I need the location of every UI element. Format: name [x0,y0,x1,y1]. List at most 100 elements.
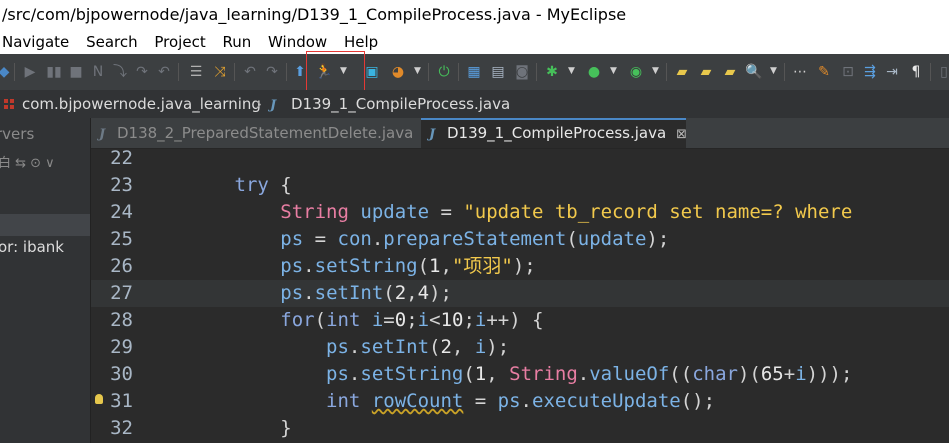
main-toolbar: ◆ ▶ ▮▮ ■ N ⤵ ↷ ↶ ☰ ⤨ ↶ ↷ ⬆ 🏃 ▼ ▣ ◕ ▼ ⏻ ▦… [0,54,949,91]
menu-window[interactable]: Window [268,30,327,54]
toolbar-separator [234,63,235,81]
toolbar-separator [536,63,537,81]
code-text: ps.setString(1,"项羽"); [280,255,536,277]
block-selection-icon[interactable]: ▯ [934,62,949,82]
new-folder-icon[interactable]: ▰ [696,62,716,82]
code-text: int rowCount = ps.executeUpdate(); [326,390,716,412]
suspend-icon[interactable]: ▮▮ [44,62,64,82]
undo-icon[interactable]: ⤨ [210,62,230,82]
mark-occurrences-icon[interactable]: ⋯ [790,62,810,82]
step-into-icon[interactable]: ◆ [0,62,14,82]
palette-icon[interactable]: ◕ [388,62,408,82]
view-toolbar-icons[interactable]: 白 ⇆ ⊙ ∨ [0,152,55,171]
open-folder-icon[interactable]: ▰ [672,62,692,82]
chevron-down-icon[interactable]: ▼ [568,66,575,76]
code-text: } [143,417,292,439]
toggle-wrap-icon[interactable]: ⇶ [860,62,880,82]
terminate-icon[interactable]: ■ [66,62,86,82]
breadcrumb: com.bjpowernode.java_learning › J D139_1… [0,90,949,118]
current-code-line: 27 ps.setInt(2,4); [91,280,949,307]
code-text: for(int i=0;i<10;i++) { [280,309,544,331]
menu-search[interactable]: Search [86,30,138,54]
menu-help[interactable]: Help [344,30,378,54]
deploy-icon[interactable]: ⬆ [290,62,310,82]
project-label[interactable]: or: ibank [0,238,64,256]
toolbar-separator [428,63,429,81]
show-whitespace-icon[interactable]: ⇥ [882,62,902,82]
close-icon[interactable]: ⊠ [676,127,687,142]
servers-tab[interactable]: rvers [0,125,34,143]
line-number: 25 [110,228,133,250]
pilcrow-icon[interactable]: ¶ [906,62,926,82]
selected-row[interactable] [0,214,90,236]
code-text: ps = con.prepareStatement(update); [280,228,670,250]
lightbulb-warning-icon[interactable] [95,394,103,404]
power-icon[interactable]: ⏻ [434,62,454,82]
code-text: ps.setInt(2,4); [280,282,452,304]
tab-label: D139_1_CompileProcess.java [447,124,667,142]
menu-project[interactable]: Project [154,30,205,54]
ui-designer-icon[interactable]: ▤ [488,62,508,82]
code-text: String update = "update tb_record set na… [280,201,853,223]
editor-tabs: J D138_2_PreparedStatementDelete.java J D1… [91,118,949,149]
window-title: /src/com/bjpowernode/java_learning/D139_… [2,5,627,24]
breadcrumb-file[interactable]: D139_1_CompileProcess.java [291,90,510,118]
tab-compile-process[interactable]: J D139_1_CompileProcess.java ⊠ [421,118,687,148]
layout-icon[interactable]: ▦ [464,62,484,82]
line-number: 26 [110,255,133,277]
server-icon[interactable]: ▣ [362,62,382,82]
step-over-icon[interactable]: ⤵ [110,62,130,82]
line-number: 32 [110,417,133,439]
drop-to-frame-icon[interactable]: ↶ [154,62,174,82]
code-line: 24 String update = "update tb_record set… [91,199,949,226]
package-icon [4,99,15,110]
chevron-down-icon[interactable]: ▼ [652,66,659,76]
line-number: 31 [110,390,133,412]
tab-label: D138_2_PreparedStatementDelete.java [117,124,414,142]
open-file-icon[interactable]: ▰ [720,62,740,82]
toolbar-separator [930,63,931,81]
pencil-icon[interactable]: ✎ [814,62,834,82]
menu-navigate[interactable]: Navigate [2,30,69,54]
disconnect-icon[interactable]: N [88,62,108,82]
chevron-down-icon[interactable]: ▼ [414,66,421,76]
line-number: 24 [110,201,133,223]
code-line: 28 for(int i=0;i<10;i++) { [91,307,949,334]
run-icon[interactable]: ● [584,62,604,82]
search-icon[interactable]: 🔍 [744,62,764,82]
chevron-down-icon[interactable]: ▼ [610,66,617,76]
debug-bug-icon[interactable]: ✱ [542,62,562,82]
line-number: 29 [110,336,133,358]
toolbar-separator [178,63,179,81]
next-annotation-icon[interactable]: ⊡ [838,62,858,82]
window-title-bar: /src/com/bjpowernode/java_learning/D139_… [0,0,949,30]
line-number: 27 [110,282,133,304]
code-line: 25 ps = con.prepareStatement(update); [91,226,949,253]
run-server-icon[interactable]: 🏃 [314,62,334,82]
code-editor[interactable]: 22 23 try { 24 String update = "update t… [91,149,949,443]
code-line: 31 int rowCount = ps.executeUpdate(); [91,388,949,415]
code-line: 26 ps.setString(1,"项羽"); [91,253,949,280]
java-file-icon: J [270,98,277,113]
chevron-down-icon[interactable]: ▼ [340,66,347,76]
run-external-icon[interactable]: ◉ [626,62,646,82]
resume-icon[interactable]: ▶ [20,62,40,82]
menu-run[interactable]: Run [223,30,252,54]
chevron-down-icon[interactable]: ▼ [770,66,777,76]
line-number: 22 [110,149,133,169]
menu-bar: Navigate Search Project Run Window Help [0,30,949,54]
camera-icon[interactable]: ◙ [512,62,532,82]
breadcrumb-package[interactable]: com.bjpowernode.java_learning [22,90,261,118]
use-step-filters-icon[interactable]: ☰ [186,62,206,82]
step-return-icon[interactable]: ↷ [132,62,152,82]
toolbar-separator [458,63,459,81]
left-panel: rvers 白 ⇆ ⊙ ∨ or: ibank [0,118,91,443]
redo-icon[interactable]: ↶ [240,62,260,82]
code-text: ps.setInt(2, i); [326,336,510,358]
code-line: 30 ps.setString(1, String.valueOf((char)… [91,361,949,388]
toolbar-separator [666,63,667,81]
line-number: 23 [110,174,133,196]
redo-icon[interactable]: ↷ [262,62,282,82]
toolbar-separator [784,63,785,81]
tab-prepared-statement-delete[interactable]: J D138_2_PreparedStatementDelete.java [99,118,413,148]
